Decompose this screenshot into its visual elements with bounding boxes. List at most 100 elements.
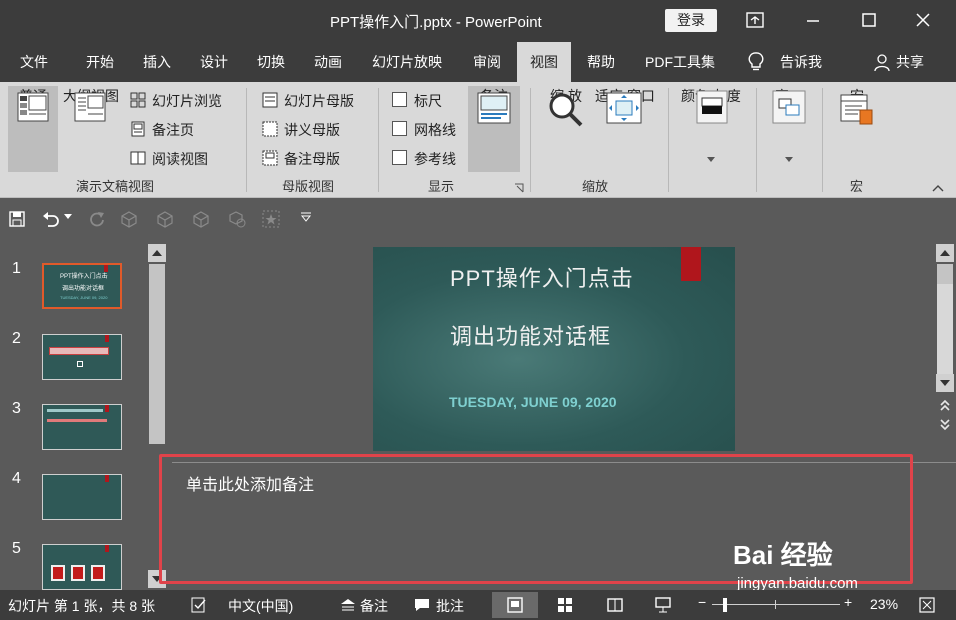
thumb-number: 4	[12, 470, 21, 487]
slide-scrollbar[interactable]	[936, 244, 954, 392]
language-indicator[interactable]: 中文(中国)	[228, 596, 293, 616]
share-button[interactable]: 共享	[872, 42, 932, 82]
redo-icon	[90, 212, 104, 227]
zoom-slider[interactable]	[712, 598, 840, 612]
handout-master-button[interactable]: 讲义母版	[262, 118, 362, 140]
scroll-track[interactable]	[937, 284, 953, 374]
maximize-button[interactable]	[854, 8, 884, 34]
outline-view-button[interactable]: 大纲视图	[60, 86, 122, 172]
ribbon-display-options-button[interactable]	[740, 8, 770, 34]
customize-qat-icon[interactable]	[300, 212, 312, 222]
slide-master-button[interactable]: 幻灯片母版	[262, 89, 372, 111]
reading-view-button[interactable]: 阅读视图	[130, 147, 230, 169]
save-icon[interactable]	[8, 210, 26, 228]
slide-thumbnail-5[interactable]	[42, 544, 122, 590]
normal-view-icon	[17, 92, 49, 122]
slide-title-line2[interactable]: 调出功能对话框	[450, 319, 611, 351]
tell-me-search[interactable]: 告诉我	[744, 42, 834, 82]
slide-thumbnail-1[interactable]: PPT操作入门点击 调出功能对话框 TUESDAY, JUNE 09, 2020	[42, 263, 122, 309]
zoom-in-button[interactable]: +	[844, 594, 852, 610]
reading-view-icon[interactable]	[606, 596, 624, 614]
tab-slideshow[interactable]: 幻灯片放映	[362, 42, 452, 82]
zoom-out-button[interactable]: −	[698, 594, 706, 610]
scroll-thumb[interactable]	[149, 264, 165, 444]
ribbon-display-icon	[746, 12, 764, 28]
window-button[interactable]: 窗口	[766, 86, 812, 172]
thumb-number: 2	[12, 330, 21, 347]
tab-transitions[interactable]: 切换	[247, 42, 295, 82]
chevron-down-icon	[785, 157, 793, 162]
color-grayscale-button[interactable]: 颜色/灰度	[676, 86, 746, 172]
slide-thumbnail-3[interactable]	[42, 404, 122, 450]
slide-thumbnail-4[interactable]	[42, 474, 122, 520]
collapse-ribbon-icon[interactable]	[932, 184, 944, 192]
scroll-thumb[interactable]	[937, 264, 953, 284]
undo-dropdown-icon[interactable]	[64, 214, 72, 220]
magnifier-icon	[549, 93, 583, 127]
zoom-level[interactable]: 23%	[870, 596, 898, 612]
thumb-bar	[47, 419, 107, 422]
scroll-up-icon[interactable]	[148, 244, 166, 262]
undo-icon[interactable]	[42, 210, 60, 228]
ruler-checkbox-box	[392, 92, 407, 107]
star-frame-icon	[262, 210, 280, 228]
handout-master-label: 讲义母版	[284, 122, 340, 138]
slide-editor: PPT操作入门点击 调出功能对话框 TUESDAY, JUNE 09, 2020	[172, 240, 934, 462]
fit-to-window-button[interactable]: 适应 窗口大小	[592, 86, 658, 172]
ribbon-separator	[530, 88, 531, 192]
guides-checkbox[interactable]: 参考线	[392, 147, 462, 169]
tab-view[interactable]: 视图	[517, 42, 571, 82]
notes-master-button[interactable]: 备注母版	[262, 147, 362, 169]
notes-status-button[interactable]: 备注	[340, 590, 396, 620]
fit-slide-icon[interactable]	[918, 596, 936, 614]
normal-view-icon	[507, 597, 523, 613]
gridlines-checkbox[interactable]: 网格线	[392, 118, 462, 140]
scroll-up-icon[interactable]	[936, 244, 954, 262]
maximize-icon	[862, 13, 876, 27]
zoom-button[interactable]: 缩 放	[544, 86, 588, 172]
login-button[interactable]: 登录	[665, 9, 717, 32]
lightbulb-icon	[748, 52, 764, 71]
macros-button[interactable]: 宏	[834, 86, 880, 172]
title-bar: PPT操作入门.pptx - PowerPoint 登录	[0, 0, 956, 42]
close-button[interactable]	[908, 8, 938, 34]
thumb-number: 1	[12, 260, 21, 277]
tab-file[interactable]: 文件	[10, 42, 58, 82]
previous-slide-icon[interactable]	[938, 398, 952, 412]
normal-view-status-button[interactable]	[492, 592, 538, 618]
slide-sorter-icon[interactable]	[556, 596, 574, 614]
slide-title-line1[interactable]: PPT操作入门点击	[450, 261, 634, 293]
current-slide[interactable]: PPT操作入门点击 调出功能对话框 TUESDAY, JUNE 09, 2020	[373, 247, 735, 451]
thumb-banner	[49, 347, 109, 355]
tab-insert[interactable]: 插入	[133, 42, 181, 82]
slide-thumbnail-pane: 1 PPT操作入门点击 调出功能对话框 TUESDAY, JUNE 09, 20…	[0, 240, 170, 590]
notes-page-label: 备注页	[152, 122, 194, 138]
zoom-slider-handle[interactable]	[723, 598, 727, 612]
notes-page-button[interactable]: 备注页	[130, 118, 230, 140]
comments-status-button[interactable]: 批注	[414, 590, 474, 620]
thumb-card	[91, 565, 105, 581]
minimize-button[interactable]	[798, 8, 828, 34]
thumb-bookmark	[105, 335, 109, 342]
tab-pdf-tools[interactable]: PDF工具集	[638, 42, 722, 82]
ruler-checkbox[interactable]: 标尺	[392, 89, 462, 111]
normal-view-button[interactable]: 普通	[8, 86, 58, 172]
spell-check-icon[interactable]	[190, 596, 208, 614]
reading-view-icon	[130, 151, 146, 165]
slideshow-icon[interactable]	[654, 596, 672, 614]
dialog-launcher-icon[interactable]	[514, 183, 524, 193]
tab-review[interactable]: 审阅	[463, 42, 511, 82]
notes-toggle-button[interactable]: 备注	[468, 86, 520, 172]
tab-animations[interactable]: 动画	[304, 42, 352, 82]
slide-date[interactable]: TUESDAY, JUNE 09, 2020	[449, 394, 617, 410]
slide-sorter-button[interactable]: 幻灯片浏览	[130, 89, 240, 111]
thumb-card	[71, 565, 85, 581]
scroll-down-icon[interactable]	[936, 374, 954, 392]
slide-thumbnail-2[interactable]	[42, 334, 122, 380]
next-slide-icon[interactable]	[938, 418, 952, 432]
tab-design[interactable]: 设计	[190, 42, 238, 82]
tab-home[interactable]: 开始	[76, 42, 124, 82]
tab-help[interactable]: 帮助	[577, 42, 625, 82]
powerpoint-window: PPT操作入门.pptx - PowerPoint 登录 文件 开始 插入 设计…	[0, 0, 956, 620]
gridlines-checkbox-box	[392, 121, 407, 136]
